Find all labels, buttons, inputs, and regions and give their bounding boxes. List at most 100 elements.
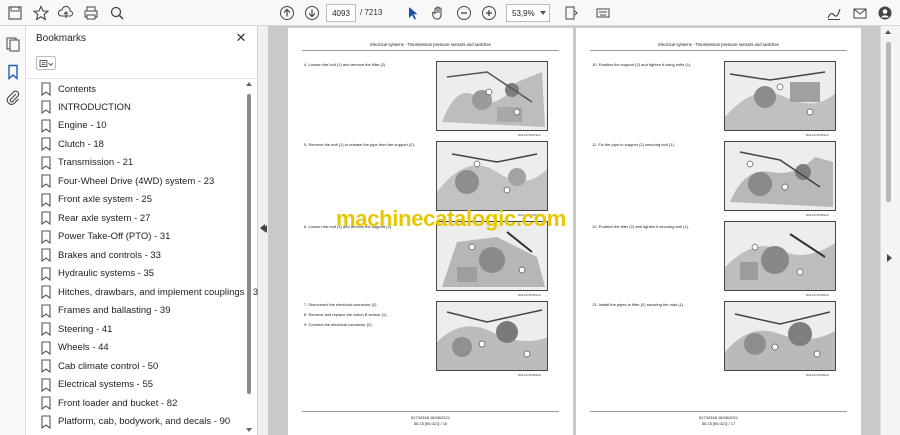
bookmark-icon <box>41 211 51 225</box>
pages-icon[interactable] <box>5 36 21 52</box>
page-separator: / <box>360 8 363 17</box>
bookmark-label: Electrical systems - 55 <box>58 379 154 390</box>
bookmark-icon <box>41 340 51 355</box>
zoom-select[interactable]: 53,9% <box>506 4 550 22</box>
bookmark-item[interactable]: Clutch - 18 <box>40 135 240 153</box>
zoom-search-icon[interactable] <box>108 4 126 22</box>
bookmark-item[interactable]: Platform, cab, bodywork, and decals - 90 <box>40 413 240 431</box>
bookmark-label: Rear axle system - 27 <box>58 212 151 224</box>
step-text: 13. Install the pipes to filter (2) secu… <box>592 302 685 307</box>
zoom-in-icon[interactable] <box>480 4 498 22</box>
bookmark-icon <box>41 377 51 392</box>
scroll-thumb[interactable] <box>247 94 251 394</box>
scroll-down-icon[interactable] <box>246 428 252 432</box>
mail-icon[interactable] <box>851 4 869 22</box>
sign-icon[interactable] <box>825 4 843 22</box>
bookmark-label: Transmission - 21 <box>58 157 134 168</box>
keyboard-icon[interactable] <box>594 4 612 22</box>
step-text: 11. Fix the pipe to support (2) securing… <box>592 142 675 147</box>
bookmark-item[interactable]: Frames and ballasting - 39 <box>40 302 240 320</box>
bookmark-item[interactable]: Cab climate control - 50 <box>40 357 240 375</box>
bookmark-icon <box>41 248 51 262</box>
next-page-arrow-icon[interactable] <box>887 254 892 262</box>
page-number-footer: 55.15 [55.021] / 16 <box>413 421 448 426</box>
select-cursor-icon[interactable] <box>404 4 422 22</box>
document-scrollbar[interactable] <box>880 26 900 435</box>
account-icon[interactable] <box>876 4 894 22</box>
bookmark-scrollbar[interactable] <box>246 82 252 432</box>
bookmark-label: Clutch - 18 <box>58 138 104 150</box>
divider <box>302 411 559 412</box>
bookmark-star-icon[interactable] <box>32 4 50 22</box>
bookmark-item[interactable]: Front axle system - 25 <box>40 191 240 209</box>
page-footer: 51734348 16/06/2021 <box>411 415 450 420</box>
bookmarks-panel: Bookmarks ✕ Contents INTRODUCTION Engine… <box>26 26 263 435</box>
figure-caption: BAIL14TR0181AA <box>518 293 541 297</box>
fit-page-icon[interactable] <box>562 4 580 22</box>
bookmark-item[interactable]: INTRODUCTION <box>40 98 240 116</box>
scroll-thumb[interactable] <box>886 42 891 202</box>
bookmarks-panel-icon[interactable] <box>5 64 21 80</box>
bookmark-item[interactable]: Engine - 10 <box>40 117 240 135</box>
bookmark-icon <box>41 174 51 188</box>
figure-image <box>724 141 836 211</box>
bookmark-item[interactable]: Hitches, drawbars, and implement couplin… <box>40 283 263 301</box>
bookmark-icon <box>41 100 51 114</box>
bookmark-item[interactable]: Hydraulic systems - 35 <box>40 265 240 283</box>
upload-icon[interactable] <box>57 4 75 22</box>
bookmark-item[interactable]: Wheels - 44 <box>40 339 240 357</box>
figure-image <box>436 301 548 371</box>
bookmark-item[interactable]: Power Take-Off (PTO) - 31 <box>40 228 240 246</box>
panel-title: Bookmarks <box>36 33 87 44</box>
bookmark-icon <box>41 155 51 170</box>
watermark-text: machinecatalogic.com <box>336 206 566 231</box>
bookmark-icon <box>41 192 51 207</box>
bookmark-label: Contents <box>58 83 97 95</box>
page-down-icon[interactable] <box>303 4 321 22</box>
scroll-up-icon[interactable] <box>246 82 252 86</box>
figure-image <box>436 61 548 131</box>
bookmark-options-button[interactable] <box>36 56 56 70</box>
page-up-icon[interactable] <box>278 4 296 22</box>
bookmark-item[interactable]: Transmission - 21 <box>40 154 240 172</box>
hand-icon[interactable] <box>429 4 447 22</box>
bookmark-item[interactable]: Electrical systems - 55 <box>40 376 240 394</box>
page-header: Electrical systems - Transmission pressu… <box>658 42 779 47</box>
toolbar: 4093 / 7213 53,9% <box>0 0 900 26</box>
print-icon[interactable] <box>82 4 100 22</box>
bookmark-label: Cab climate control - 50 <box>58 360 159 372</box>
figure-caption: BAIL14TR0184AA <box>806 213 829 217</box>
chevron-down-icon <box>540 11 546 15</box>
attachments-icon[interactable] <box>5 90 21 106</box>
bookmark-icon <box>41 285 51 299</box>
close-icon[interactable]: ✕ <box>234 31 248 45</box>
bookmark-label: INTRODUCTION <box>58 101 131 113</box>
divider <box>590 50 847 51</box>
step-text: 12. Position the filter (2) and tighten … <box>592 224 690 229</box>
bookmark-item[interactable]: Steering - 41 <box>40 320 240 338</box>
save-icon[interactable] <box>6 4 24 22</box>
bookmark-icon <box>41 82 51 96</box>
divider <box>590 411 847 412</box>
bookmark-item[interactable]: Front loader and bucket - 82 <box>40 394 240 412</box>
page-total: 7213 <box>364 8 383 17</box>
bookmark-icon <box>41 396 51 410</box>
scroll-up-icon[interactable] <box>885 30 891 34</box>
figure-image <box>724 61 836 131</box>
divider <box>26 78 258 79</box>
step-text: 5. Remove the bolt (1) to release the pi… <box>304 142 415 147</box>
step-text: 10. Position the support (2) and tighten… <box>592 62 692 67</box>
figure-image <box>724 301 836 371</box>
bookmark-item[interactable]: Contents <box>40 80 240 98</box>
zoom-out-icon[interactable] <box>455 4 473 22</box>
page-header: Electrical systems - Transmission pressu… <box>370 42 491 47</box>
figure-image <box>436 141 548 211</box>
bookmark-item[interactable]: Brakes and controls - 33 <box>40 246 240 264</box>
figure-caption: BAIL14TR0182AA <box>518 373 541 377</box>
previous-page-arrow-icon[interactable] <box>262 225 267 233</box>
bookmark-item[interactable]: Rear axle system - 27 <box>40 209 240 227</box>
page-number-input[interactable]: 4093 <box>326 4 356 22</box>
bookmark-label: Hitches, drawbars, and implement couplin… <box>58 286 264 298</box>
bookmark-item[interactable]: Four-Wheel Drive (4WD) system - 23 <box>40 172 240 190</box>
bookmark-label: Front axle system - 25 <box>58 194 152 205</box>
